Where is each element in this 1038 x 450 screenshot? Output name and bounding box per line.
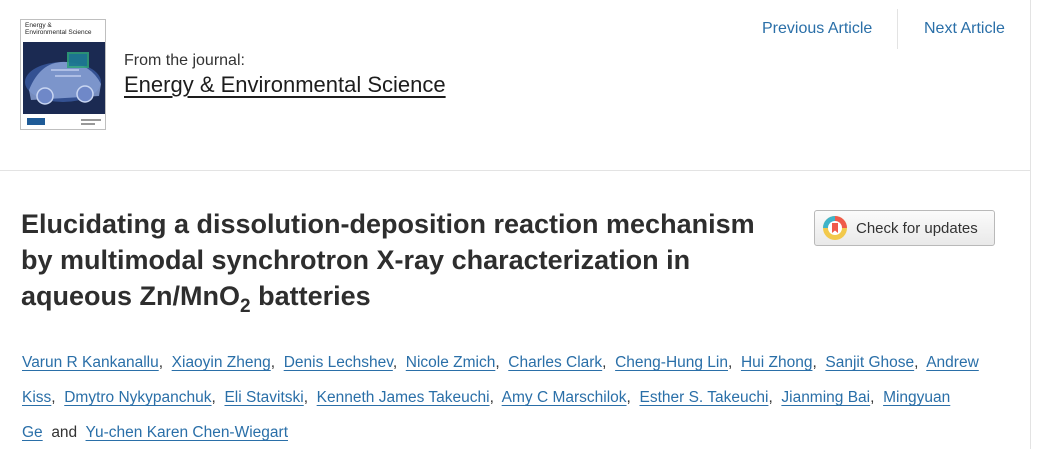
from-journal-label: From the journal: (124, 52, 245, 69)
check-for-updates-label: Check for updates (856, 219, 978, 237)
cover-artwork (21, 20, 105, 129)
author-separator: , (211, 389, 216, 406)
article-title-main: Elucidating a dissolution-deposition rea… (21, 209, 755, 311)
author-separator: , (768, 389, 773, 406)
author-list: Varun R Kankanallu, Xiaoyin Zheng, Denis… (22, 345, 1012, 450)
author-link[interactable]: Charles Clark (508, 354, 602, 371)
nav-divider (897, 9, 898, 49)
author-separator: , (870, 389, 875, 406)
author-link[interactable]: Cheng-Hung Lin (615, 354, 728, 371)
author-link[interactable]: Denis Lechshev (284, 354, 393, 371)
check-for-updates-button[interactable]: Check for updates (814, 210, 995, 246)
author-link[interactable]: Dmytro Nykypanchuk (64, 389, 211, 406)
author-link[interactable]: Xiaoyin Zheng (172, 354, 271, 371)
crossmark-icon (823, 216, 847, 240)
author-link[interactable]: Eli Stavitski (224, 389, 303, 406)
cover-title: Energy & Environmental Science (25, 22, 92, 36)
author-link[interactable]: Varun R Kankanallu (22, 354, 159, 371)
article-title: Elucidating a dissolution-deposition rea… (21, 206, 781, 317)
author-separator: , (495, 354, 500, 371)
author-separator: , (914, 354, 919, 371)
author-link[interactable]: Jianming Bai (781, 389, 870, 406)
author-link[interactable]: Hui Zhong (741, 354, 813, 371)
author-link[interactable]: Esther S. Takeuchi (639, 389, 768, 406)
author-separator: , (626, 389, 631, 406)
journal-name-link[interactable]: Energy & Environmental Science (124, 72, 446, 98)
author-separator: , (489, 389, 494, 406)
author-link[interactable]: Amy C Marschilok (502, 389, 627, 406)
author-separator: , (728, 354, 733, 371)
article-title-subscript: 2 (240, 296, 251, 317)
author-link[interactable]: Kenneth James Takeuchi (317, 389, 490, 406)
author-separator: , (270, 354, 276, 371)
author-joiner: and (51, 424, 78, 441)
author-separator: , (303, 389, 309, 406)
author-link[interactable]: Yu-chen Karen Chen-Wiegart (86, 424, 288, 441)
author-separator: , (602, 354, 607, 371)
author-link[interactable]: Sanjit Ghose (825, 354, 914, 371)
page-edge-divider (1030, 0, 1031, 449)
article-title-end: batteries (250, 281, 371, 311)
author-link[interactable]: Nicole Zmich (406, 354, 496, 371)
author-separator: , (158, 354, 164, 371)
next-article-link[interactable]: Next Article (924, 20, 1005, 38)
author-separator: , (392, 354, 398, 371)
previous-article-link[interactable]: Previous Article (762, 20, 872, 38)
author-separator: , (812, 354, 817, 371)
author-separator: , (51, 389, 56, 406)
journal-cover-image[interactable]: Energy & Environmental Science (20, 19, 106, 130)
